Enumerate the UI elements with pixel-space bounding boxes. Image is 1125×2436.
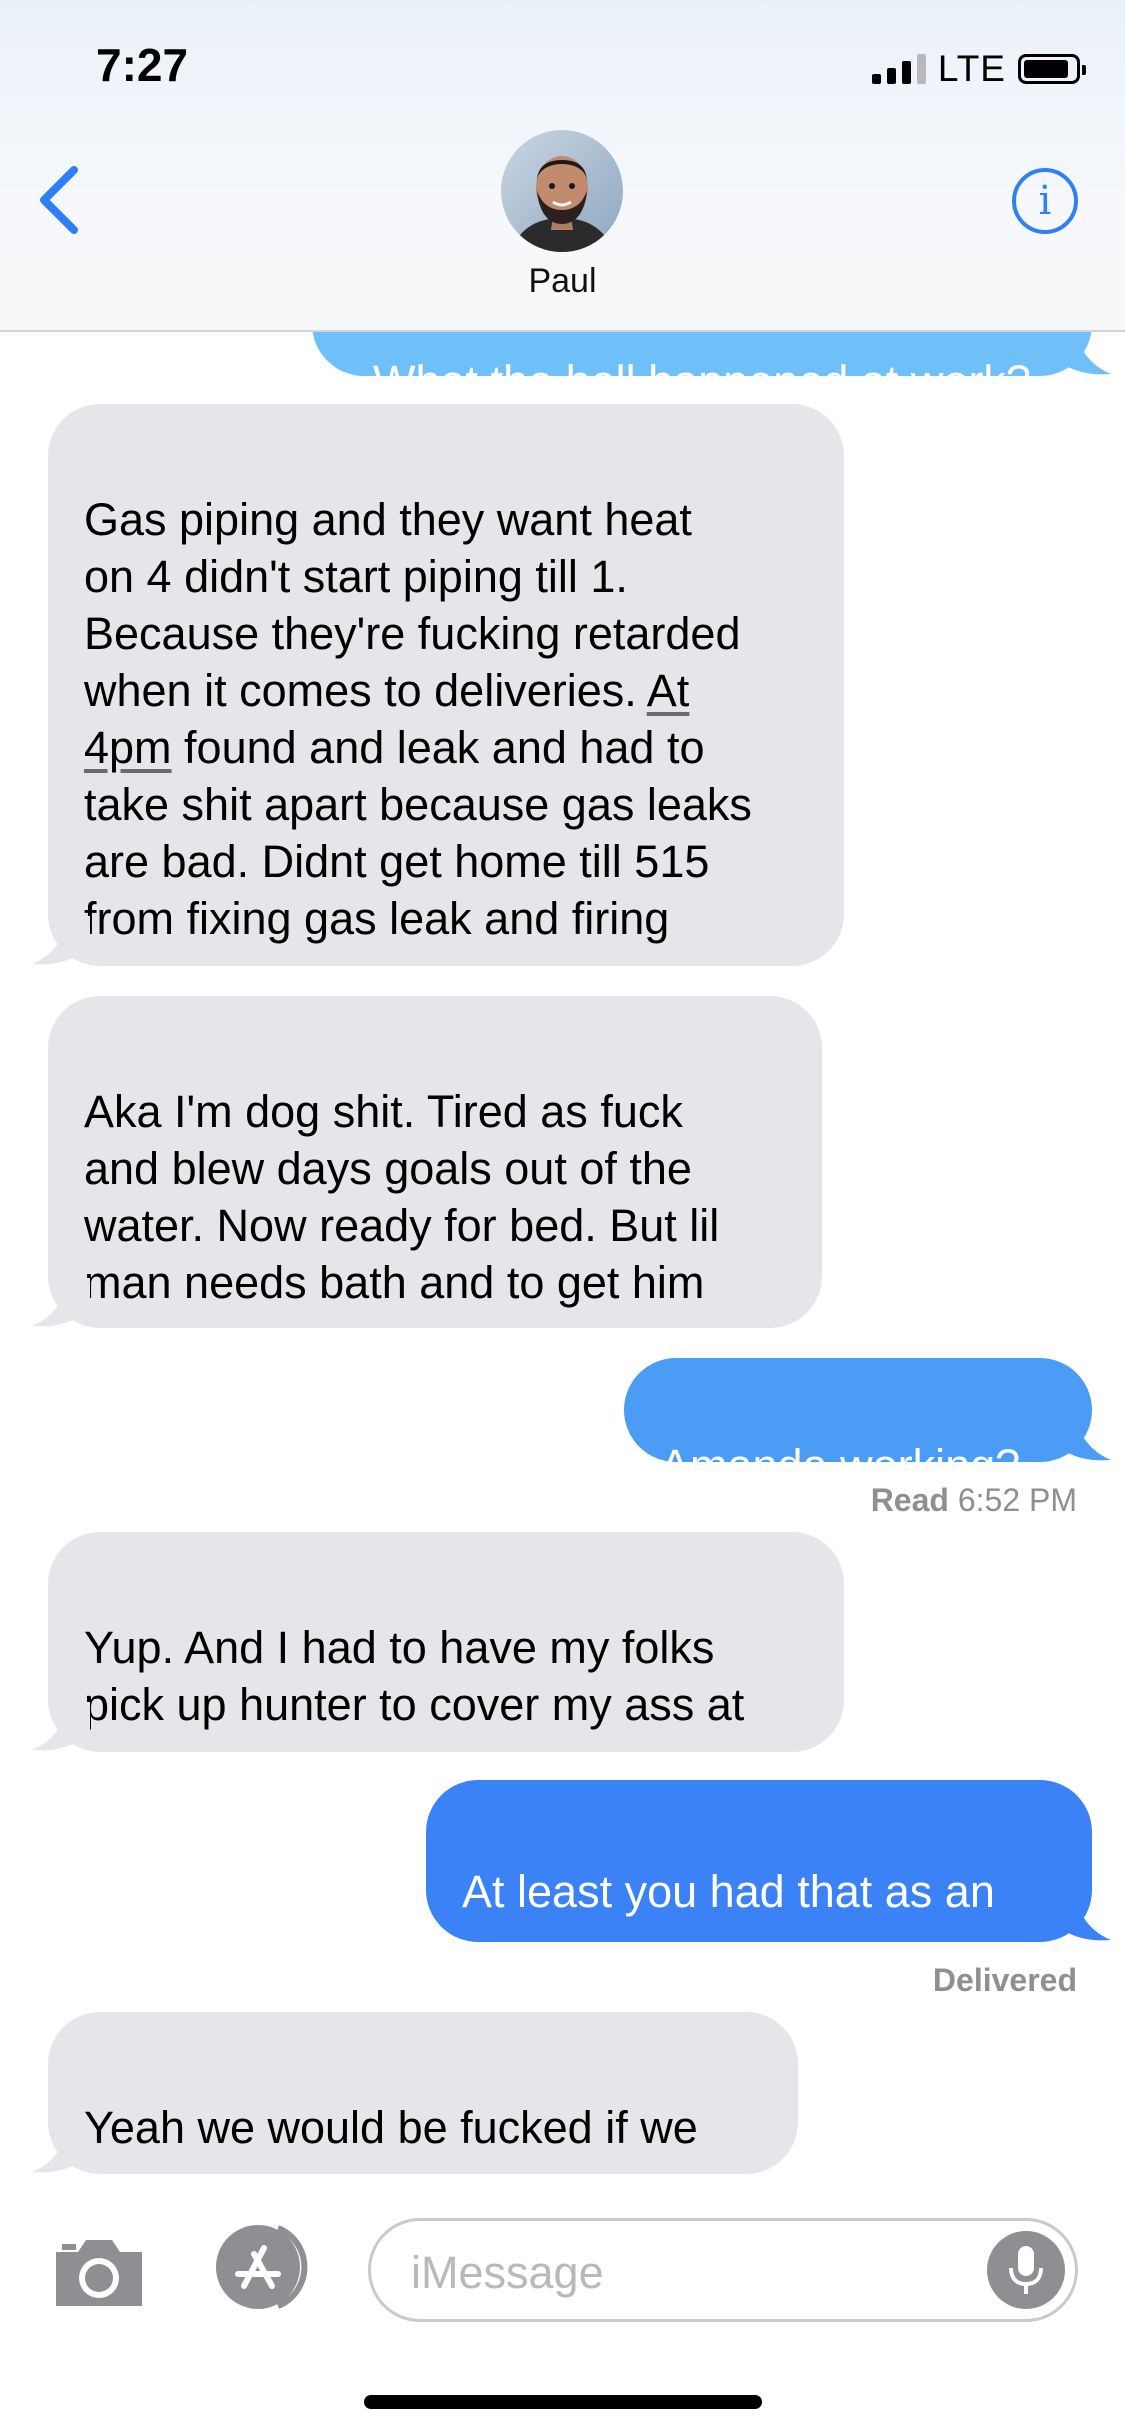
signal-strength-icon xyxy=(871,54,926,84)
message-bubble-incoming[interactable]: Gas piping and they want heat on 4 didn'… xyxy=(48,404,844,966)
bubble-tail xyxy=(1053,1892,1111,1941)
battery-icon xyxy=(1018,54,1086,84)
message-text: Yup. And I had to have my folks pick up … xyxy=(84,1622,745,1730)
bubble-tail xyxy=(32,2124,90,2173)
message-bubble-incoming[interactable]: Yup. And I had to have my folks pick up … xyxy=(48,1532,844,1752)
message-text: At least you had that as an xyxy=(462,1866,995,1917)
input-placeholder: iMessage xyxy=(411,2247,604,2298)
read-time: 6:52 PM xyxy=(957,1482,1077,1518)
bubble-tail xyxy=(32,1702,90,1751)
message-text: Aka I'm dog shit. Tired as fuck and blew… xyxy=(84,1086,720,1308)
read-receipt: Read 6:52 PM xyxy=(871,1482,1077,1519)
avatar-photo-icon xyxy=(501,130,623,252)
home-indicator[interactable] xyxy=(364,2395,762,2409)
message-text: Gas piping and they want heat on 4 didn'… xyxy=(84,494,741,716)
camera-icon[interactable] xyxy=(50,2232,148,2310)
contact-name[interactable]: Paul xyxy=(0,262,1125,301)
network-type: LTE xyxy=(937,48,1006,89)
message-text: What the hell happened at work? xyxy=(373,356,1031,407)
app-store-icon[interactable] xyxy=(208,2222,318,2312)
message-text: found and leak and had to take shit apar… xyxy=(84,722,752,944)
bubble-tail xyxy=(32,1278,90,1327)
conversation-header: 7:27 LTE Paul i xyxy=(0,0,1125,332)
info-symbol: i xyxy=(1038,178,1052,224)
message-text: Yeah we would be fucked if we xyxy=(84,2102,698,2153)
status-indicators: LTE xyxy=(871,48,1086,90)
bubble-tail xyxy=(1053,326,1111,375)
imessage-input[interactable]: iMessage xyxy=(368,2218,1078,2322)
info-icon[interactable]: i xyxy=(1012,168,1078,234)
contact-avatar[interactable] xyxy=(501,130,623,252)
delivered-receipt: Delivered xyxy=(932,1962,1077,1998)
message-bubble-incoming[interactable]: Aka I'm dog shit. Tired as fuck and blew… xyxy=(48,996,822,1328)
back-chevron-icon[interactable] xyxy=(30,162,90,238)
bubble-tail xyxy=(32,916,90,965)
message-bubble-incoming[interactable]: Yeah we would be fucked if we xyxy=(48,2012,798,2174)
message-bubble-outgoing[interactable]: At least you had that as an xyxy=(426,1780,1092,1942)
status-time: 7:27 xyxy=(96,39,189,91)
message-bubble-outgoing[interactable]: Amanda working? xyxy=(624,1358,1092,1491)
read-label: Read xyxy=(870,1482,949,1518)
microphone-button[interactable] xyxy=(987,2231,1065,2309)
bubble-tail xyxy=(1053,1412,1111,1461)
microphone-icon xyxy=(1009,2246,1043,2294)
